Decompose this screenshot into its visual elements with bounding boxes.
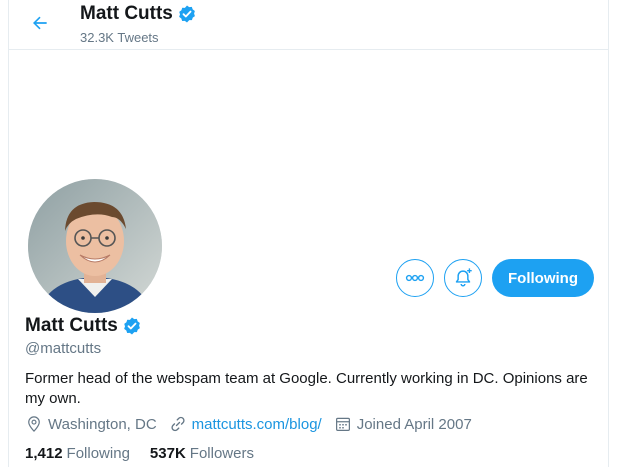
profile-stats: 1,412 Following 537K Followers	[25, 445, 254, 462]
more-options-button[interactable]	[396, 259, 434, 297]
location-text: Washington, DC	[48, 415, 157, 433]
joined-item: Joined April 2007	[334, 415, 472, 433]
profile-name: Matt Cutts	[25, 315, 142, 337]
avatar[interactable]	[24, 175, 166, 317]
following-stat-label: Following	[66, 445, 130, 462]
tweet-count: 32.3K Tweets	[80, 30, 159, 45]
profile-name-text: Matt Cutts	[25, 315, 118, 336]
back-button[interactable]	[23, 6, 57, 40]
following-stat[interactable]: 1,412 Following	[25, 445, 130, 462]
profile-header-bar: Matt Cutts 32.3K Tweets	[9, 0, 608, 50]
profile-handle: @mattcutts	[25, 340, 102, 357]
more-options-icon	[405, 274, 425, 282]
profile-actions: Following	[396, 259, 594, 297]
website-item: mattcutts.com/blog/	[169, 415, 322, 433]
joined-text: Joined April 2007	[356, 415, 472, 433]
followers-stat[interactable]: 537K Followers	[150, 445, 254, 462]
profile-column: Matt Cutts 32.3K Tweets Following Matt C…	[8, 0, 609, 467]
followers-stat-label: Followers	[189, 445, 254, 462]
calendar-icon	[334, 415, 352, 433]
header-name-text: Matt Cutts	[80, 3, 173, 24]
arrow-left-icon	[30, 13, 50, 33]
verified-badge-icon	[177, 4, 197, 24]
header-name: Matt Cutts	[80, 3, 197, 25]
location-pin-icon	[25, 415, 43, 433]
followers-count: 537K	[149, 445, 186, 462]
verified-badge-icon	[122, 316, 142, 336]
bell-plus-icon	[452, 267, 474, 289]
profile-meta: Washington, DC mattcutts.com/blog/ Joine…	[25, 415, 472, 433]
link-icon	[169, 415, 187, 433]
following-button[interactable]: Following	[492, 259, 594, 297]
notifications-button[interactable]	[444, 259, 482, 297]
website-link[interactable]: mattcutts.com/blog/	[192, 416, 322, 433]
profile-bio: Former head of the webspam team at Googl…	[25, 370, 588, 407]
location-item: Washington, DC	[25, 415, 157, 433]
following-count: 1,412	[25, 445, 63, 462]
